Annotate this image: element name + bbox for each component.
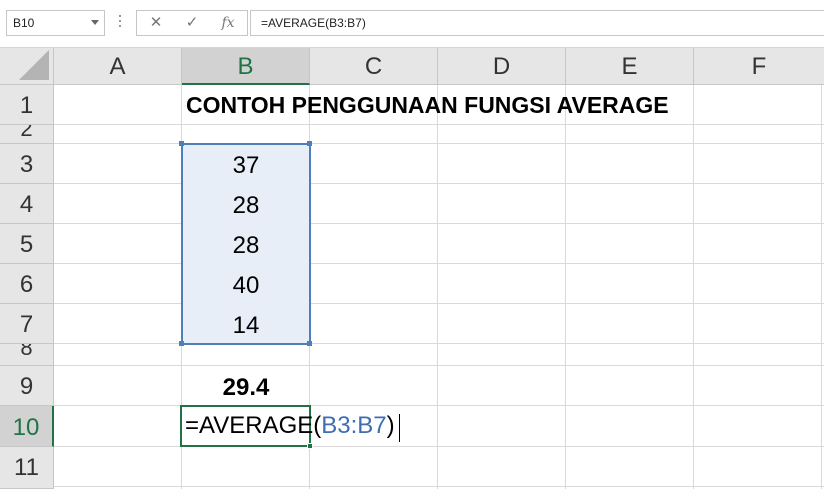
cell-b6[interactable]: 40 [182, 272, 310, 300]
grid-line [54, 223, 824, 224]
column-header-e[interactable]: E [566, 48, 694, 85]
formula-buttons: ✕ ✓ fx [136, 10, 248, 36]
grid-line [565, 85, 566, 489]
grid-line [821, 85, 822, 489]
sheet-title-cell[interactable]: CONTOH PENGGUNAAN FUNGSI AVERAGE [186, 92, 669, 119]
edit-text-suffix: ) [386, 412, 395, 439]
column-header-b[interactable]: B [182, 48, 310, 85]
cell-b9-result[interactable]: 29.4 [182, 374, 310, 402]
column-header-c[interactable]: C [310, 48, 438, 85]
cancel-icon[interactable]: ✕ [141, 11, 171, 35]
range-handle[interactable] [307, 341, 312, 346]
select-all-icon [19, 50, 49, 80]
column-header-f[interactable]: F [694, 48, 824, 85]
cell-edit-text[interactable]: =AVERAGE(B3:B7) [185, 412, 395, 440]
row-header-10[interactable]: 10 [0, 406, 54, 447]
row-header-11[interactable]: 11 [0, 447, 54, 489]
cell-b4[interactable]: 28 [182, 192, 310, 220]
grid-line [693, 85, 694, 489]
row-header-9[interactable]: 9 [0, 366, 54, 406]
edit-text-range-ref: B3:B7 [321, 412, 387, 439]
row-header-1[interactable]: 1 [0, 85, 54, 125]
column-header-a[interactable]: A [54, 48, 182, 85]
enter-icon[interactable]: ✓ [177, 11, 207, 35]
chevron-down-icon[interactable] [91, 20, 99, 25]
grid-line [54, 263, 824, 264]
fill-handle[interactable] [307, 443, 313, 449]
grid-line [54, 446, 824, 447]
text-caret [399, 414, 400, 442]
grid-line [54, 303, 824, 304]
select-all-button[interactable] [0, 48, 54, 85]
grid-line [54, 124, 824, 125]
name-box[interactable]: B10 [6, 10, 105, 36]
grid-line [54, 486, 824, 487]
range-handle[interactable] [307, 141, 312, 146]
row-header-7[interactable]: 7 [0, 304, 54, 344]
cell-b7[interactable]: 14 [182, 312, 310, 340]
cell-b3[interactable]: 37 [182, 152, 310, 180]
column-header-d[interactable]: D [438, 48, 566, 85]
cell-b5[interactable]: 28 [182, 232, 310, 260]
row-header-2[interactable]: 2 [0, 125, 54, 144]
row-header-4[interactable]: 4 [0, 184, 54, 224]
edit-text-prefix: =AVERAGE( [185, 412, 322, 439]
range-handle[interactable] [179, 141, 184, 146]
grid-line [54, 183, 824, 184]
formula-bar-grip[interactable] [118, 12, 122, 34]
row-header-8[interactable]: 8 [0, 344, 54, 366]
row-header-3[interactable]: 3 [0, 144, 54, 184]
grid-line [54, 405, 824, 406]
insert-function-icon[interactable]: fx [213, 11, 243, 35]
grid-line [54, 365, 824, 366]
grid-line [54, 143, 824, 144]
range-handle[interactable] [179, 341, 184, 346]
row-header-6[interactable]: 6 [0, 264, 54, 304]
grid-line [437, 85, 438, 489]
name-box-value: B10 [13, 16, 35, 30]
grid-line [54, 343, 824, 344]
row-header-5[interactable]: 5 [0, 224, 54, 264]
formula-input[interactable]: =AVERAGE(B3:B7) [250, 10, 824, 36]
